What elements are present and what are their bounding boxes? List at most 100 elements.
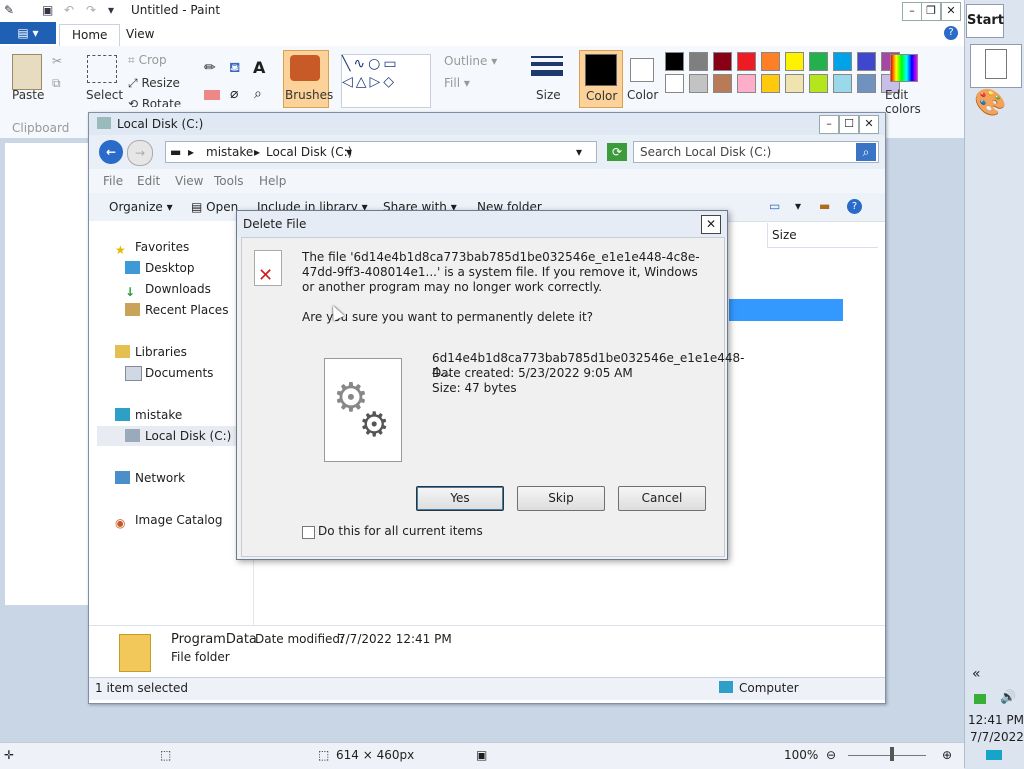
color-swatch[interactable]	[665, 52, 684, 71]
color-swatch[interactable]	[785, 74, 804, 93]
paint-app-icon[interactable]: ✎	[4, 3, 18, 17]
view-options-dropdown-icon[interactable]: ▾	[795, 199, 801, 213]
color-swatch[interactable]	[761, 52, 780, 71]
nav-local-disk[interactable]: Local Disk (C:)	[97, 426, 253, 446]
dialog-close-button[interactable]: ✕	[701, 215, 721, 234]
change-view-icon[interactable]: ▭	[769, 199, 780, 213]
cancel-button[interactable]: Cancel	[618, 486, 706, 511]
color-swatch[interactable]	[689, 52, 708, 71]
color-swatch[interactable]	[857, 74, 876, 93]
menu-tools[interactable]: Tools	[214, 174, 244, 188]
color-swatch[interactable]	[737, 74, 756, 93]
drawing-canvas[interactable]	[5, 143, 88, 605]
apply-to-all-checkbox[interactable]	[302, 526, 315, 539]
search-icon[interactable]: ⌕	[856, 143, 876, 161]
menu-help[interactable]: Help	[259, 174, 286, 188]
color-swatch[interactable]	[737, 52, 756, 71]
crop-button[interactable]: ⌗ Crop	[128, 53, 167, 68]
start-button[interactable]: Start	[966, 4, 1004, 38]
paste-icon[interactable]	[12, 54, 42, 90]
color-picker-icon[interactable]: ⌀	[230, 86, 238, 102]
paste-button-label[interactable]: Paste	[12, 88, 44, 102]
apply-to-all-label[interactable]: Do this for all current items	[318, 524, 483, 538]
color1-button[interactable]: Color	[579, 50, 623, 108]
edit-colors-icon[interactable]	[890, 54, 918, 82]
taskbar-blank-document-icon[interactable]	[970, 44, 1022, 88]
clock-time[interactable]: 12:41 PM	[968, 713, 1024, 727]
fill-bucket-icon[interactable]: ⛾	[229, 60, 240, 78]
paint-help-icon[interactable]: ?	[944, 26, 958, 40]
breadcrumb-dropdown-icon[interactable]: ▾	[346, 145, 352, 159]
rotate-button[interactable]: ⟲ Rotate	[128, 97, 181, 107]
color-swatch[interactable]	[713, 52, 732, 71]
pencil-icon[interactable]: ✏	[204, 60, 216, 76]
address-bar[interactable]: ▬ ▸ mistake ▸ Local Disk (C:) ▾ ▾	[165, 141, 597, 163]
nav-libraries[interactable]: Libraries	[115, 342, 187, 362]
color-swatch[interactable]	[689, 74, 708, 93]
volume-icon[interactable]: 🔊	[1000, 690, 1016, 705]
nav-image-catalog[interactable]: ◉ Image Catalog	[115, 510, 222, 530]
magnifier-icon[interactable]: ⌕	[254, 86, 262, 102]
selected-file-row-highlight[interactable]	[729, 299, 843, 321]
cut-icon[interactable]: ✂	[52, 54, 62, 68]
select-icon[interactable]	[87, 55, 117, 83]
outline-button[interactable]: Outline ▾	[444, 54, 497, 68]
copy-icon[interactable]: ⧉	[52, 76, 61, 91]
breadcrumb-mistake[interactable]: mistake	[206, 145, 253, 159]
zoom-slider[interactable]	[848, 755, 926, 756]
size-label[interactable]: Size	[536, 88, 561, 102]
menu-view[interactable]: View	[175, 174, 203, 188]
select-button-label[interactable]: Select	[86, 88, 123, 102]
color-swatch[interactable]	[857, 52, 876, 71]
color-swatch[interactable]	[665, 74, 684, 93]
clock-date[interactable]: 7/7/2022	[970, 730, 1024, 744]
explorer-maximize-button[interactable]: ☐	[839, 115, 859, 134]
color-swatch[interactable]	[833, 74, 852, 93]
fill-button[interactable]: Fill ▾	[444, 76, 470, 90]
color-swatch[interactable]	[833, 52, 852, 71]
redo-icon[interactable]: ↷	[86, 3, 100, 17]
tab-home[interactable]: Home	[59, 24, 121, 47]
eraser-icon[interactable]	[204, 90, 220, 100]
breadcrumb-local-disk[interactable]: Local Disk (C:)	[266, 145, 352, 159]
network-status-icon[interactable]	[974, 694, 986, 704]
nav-recent-places[interactable]: Recent Places	[125, 300, 228, 320]
zoom-slider-thumb[interactable]	[890, 747, 894, 761]
show-desktop-button[interactable]	[986, 750, 1002, 760]
color-swatch[interactable]	[785, 52, 804, 71]
text-tool-icon[interactable]: A	[253, 58, 265, 77]
nav-desktop[interactable]: Desktop	[125, 258, 195, 278]
color-swatch[interactable]	[809, 52, 828, 71]
color2-button[interactable]: Color	[624, 50, 662, 106]
menu-edit[interactable]: Edit	[137, 174, 160, 188]
refresh-icon[interactable]: ⟳	[607, 143, 627, 161]
yes-button[interactable]: Yes	[416, 486, 504, 511]
nav-favorites[interactable]: ★ Favorites	[115, 237, 189, 257]
tab-view[interactable]: View	[114, 24, 166, 45]
brushes-button[interactable]: Brushes	[283, 50, 333, 108]
show-hidden-icons-button[interactable]: «	[972, 666, 981, 682]
zoom-out-button[interactable]: ⊖	[826, 748, 836, 762]
address-history-dropdown-icon[interactable]: ▾	[576, 145, 582, 159]
menu-file[interactable]: File	[103, 174, 123, 188]
color-swatch[interactable]	[713, 74, 732, 93]
search-input[interactable]: Search Local Disk (C:) ⌕	[633, 141, 879, 163]
taskbar-paint-icon[interactable]: 🎨	[974, 88, 1014, 118]
back-arrow-icon[interactable]: ←	[99, 140, 123, 164]
open-button[interactable]: ▤ Open	[191, 200, 238, 214]
undo-icon[interactable]: ↶	[64, 3, 78, 17]
quick-access-dropdown-icon[interactable]: ▾	[108, 3, 122, 17]
paint-minimize-button[interactable]: –	[902, 2, 922, 21]
save-icon[interactable]: ▣	[42, 3, 56, 17]
preview-pane-icon[interactable]: ▬	[819, 199, 830, 213]
shapes-gallery[interactable]: ╲∿○▭ ◁△▷◇	[341, 54, 431, 108]
size-icon[interactable]	[531, 56, 563, 76]
explorer-close-button[interactable]: ✕	[859, 115, 879, 134]
nav-documents[interactable]: Documents	[125, 363, 213, 383]
paint-file-menu-button[interactable]: ▤ ▾	[0, 22, 56, 44]
color-swatch[interactable]	[761, 74, 780, 93]
nav-downloads[interactable]: ↓ Downloads	[125, 279, 211, 299]
skip-button[interactable]: Skip	[517, 486, 605, 511]
zoom-in-button[interactable]: ⊕	[942, 748, 952, 762]
column-header-size[interactable]: Size	[767, 223, 878, 248]
